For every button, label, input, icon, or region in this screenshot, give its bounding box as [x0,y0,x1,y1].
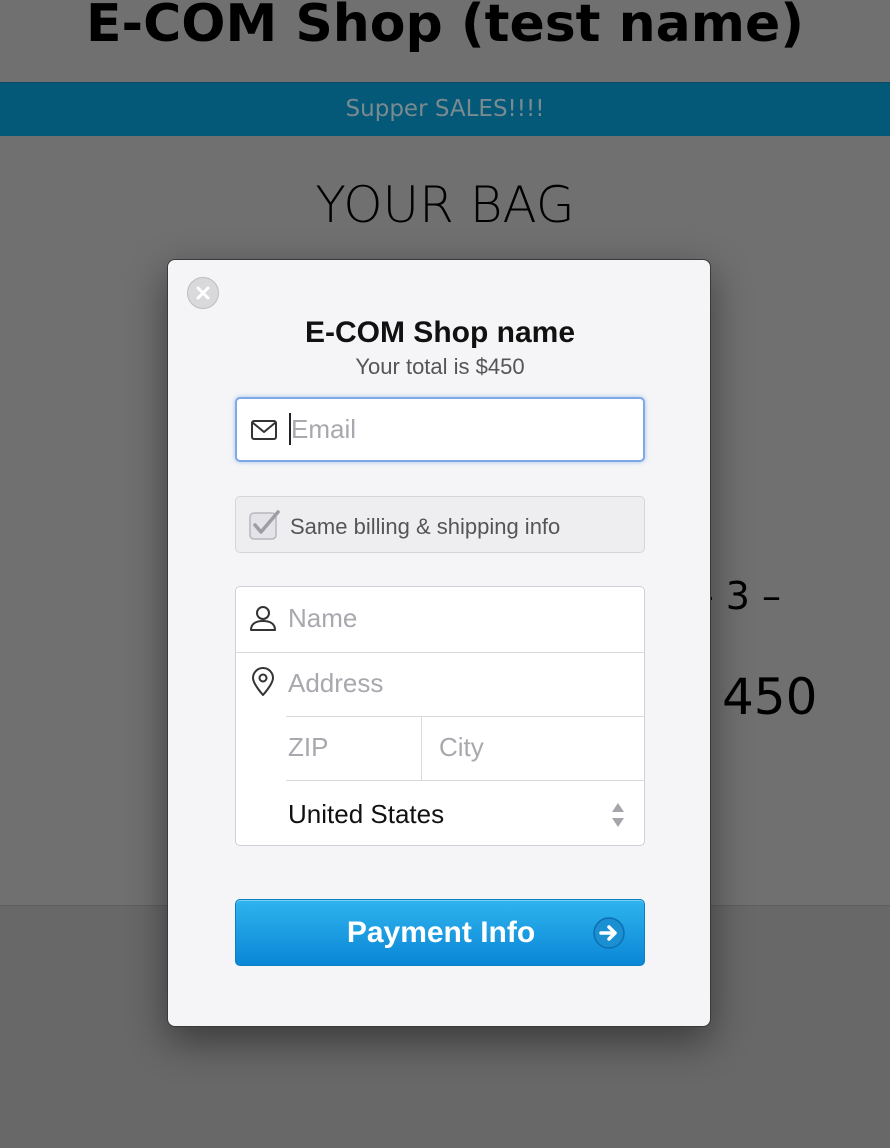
select-arrows-icon[interactable] [610,801,626,829]
arrow-right-icon [593,917,625,949]
email-field[interactable] [235,397,645,462]
shop-title: E-COM Shop (test name) [86,0,804,54]
same-billing-option[interactable]: Same billing & shipping info [235,496,645,553]
modal-title: E-COM Shop name [304,316,575,349]
envelope-icon [251,420,277,440]
zip-input[interactable] [288,731,413,763]
checkout-modal: E-COM Shop name Your total is $450 Same … [167,259,711,1027]
item-price: 450 [722,668,818,726]
field-divider [421,717,422,780]
close-icon [196,286,210,300]
quantity-stepper[interactable]: - 3 – [700,574,781,618]
bag-title: YOUR BAG [315,176,575,234]
address-form-group: United States [235,586,645,846]
field-divider [236,652,644,653]
promo-text: Supper SALES!!!! [345,96,545,122]
address-input[interactable] [288,667,628,699]
name-input[interactable] [288,602,628,634]
country-select[interactable]: United States [288,799,444,830]
promo-banner: Supper SALES!!!! [0,82,890,136]
close-button[interactable] [187,277,219,309]
payment-info-label: Payment Info [346,916,536,949]
order-total: Your total is $450 [355,354,525,379]
email-input[interactable] [291,413,621,445]
same-billing-label: Same billing & shipping info [290,514,561,539]
field-divider [286,780,644,781]
city-input[interactable] [439,731,629,763]
payment-info-button[interactable]: Payment Info [235,899,645,966]
checkbox-checked-icon[interactable] [249,510,281,540]
map-pin-icon [252,667,274,696]
person-icon [250,606,276,631]
field-divider [286,716,644,717]
